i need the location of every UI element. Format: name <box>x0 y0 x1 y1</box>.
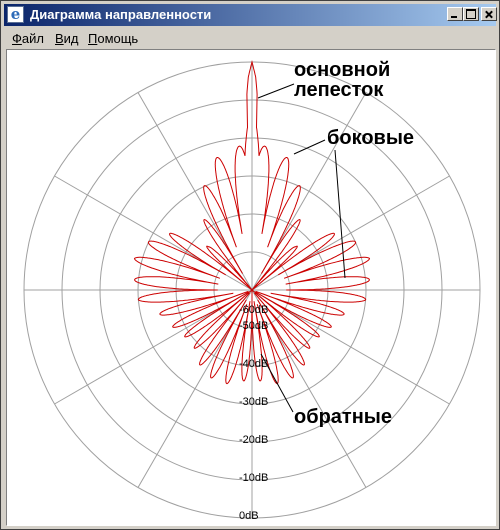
window-title: Диаграмма направленности <box>30 7 212 22</box>
ring-label: -20dB <box>239 434 268 446</box>
menu-bar: Файл Вид Помощь <box>4 28 496 48</box>
close-icon[interactable] <box>481 7 497 21</box>
ring-label: -30dB <box>239 396 268 408</box>
app-icon[interactable]: e <box>7 6 24 23</box>
app-window: e Диаграмма направленности Файл Вид Помо… <box>0 0 500 530</box>
annotation-back-lobes: обратные <box>294 406 392 428</box>
title-bar[interactable]: e Диаграмма направленности <box>4 4 497 26</box>
ring-label: -50dB <box>239 320 268 332</box>
plot-area: -60dB -50dB -40dB -30dB -20dB -10dB 0dB основно… <box>6 49 496 526</box>
ring-label: -60dB <box>239 304 268 316</box>
menu-view[interactable]: Вид <box>55 31 79 46</box>
polar-chart: -60dB-50dB-40dB-30dB-20dB-10dB0dBосновно… <box>23 59 481 522</box>
menu-file[interactable]: Файл <box>12 31 44 46</box>
minimize-icon[interactable] <box>447 7 463 21</box>
annotation-main-lobe-1: основной <box>294 59 390 81</box>
annotation-main-lobe-2: лепесток <box>294 79 384 101</box>
maximize-icon[interactable] <box>463 7 479 21</box>
ring-label: -10dB <box>239 472 268 484</box>
annotation-leader <box>257 83 295 99</box>
annotation-leader <box>293 139 326 155</box>
ring-label: 0dB <box>239 510 259 522</box>
menu-help[interactable]: Помощь <box>88 31 138 46</box>
annotation-side-lobes: боковые <box>327 127 414 149</box>
